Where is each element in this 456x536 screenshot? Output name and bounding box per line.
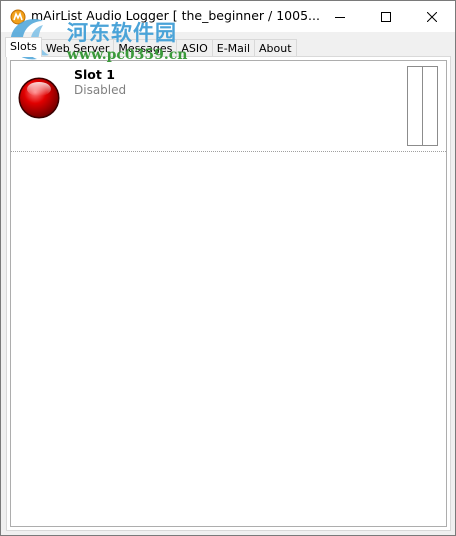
tab-email[interactable]: E-Mail: [211, 39, 256, 57]
close-button[interactable]: [409, 1, 455, 32]
status-led-icon: [17, 76, 61, 120]
maximize-button[interactable]: [363, 1, 409, 32]
window-title: mAirList Audio Logger [ the_beginner / 1…: [31, 8, 320, 23]
tab-slots[interactable]: Slots: [5, 37, 42, 57]
title-bar[interactable]: mAirList Audio Logger [ the_beginner / 1…: [1, 1, 455, 32]
level-meter-right: [423, 67, 437, 145]
minimize-button[interactable]: [317, 1, 363, 32]
maximize-icon: [381, 11, 391, 22]
tab-asio[interactable]: ASIO: [176, 39, 213, 57]
slot-status: Disabled: [74, 83, 127, 97]
tab-strip: Slots Web Server Messages ASIO E-Mail Ab…: [5, 37, 297, 57]
close-icon: [427, 11, 437, 22]
mairlist-logo-icon: [10, 9, 26, 25]
tab-messages[interactable]: Messages: [113, 39, 178, 57]
tab-web-server[interactable]: Web Server: [40, 39, 115, 57]
app-window: mAirList Audio Logger [ the_beginner / 1…: [0, 0, 456, 536]
slot-row[interactable]: Slot 1 Disabled: [11, 61, 446, 152]
slot-list[interactable]: Slot 1 Disabled: [10, 60, 447, 527]
slot-name: Slot 1: [74, 67, 115, 82]
slots-panel: Slot 1 Disabled: [6, 56, 451, 531]
level-meter: [407, 66, 438, 146]
level-meter-left: [408, 67, 423, 145]
tab-about[interactable]: About: [254, 39, 297, 57]
minimize-icon: [335, 16, 345, 18]
